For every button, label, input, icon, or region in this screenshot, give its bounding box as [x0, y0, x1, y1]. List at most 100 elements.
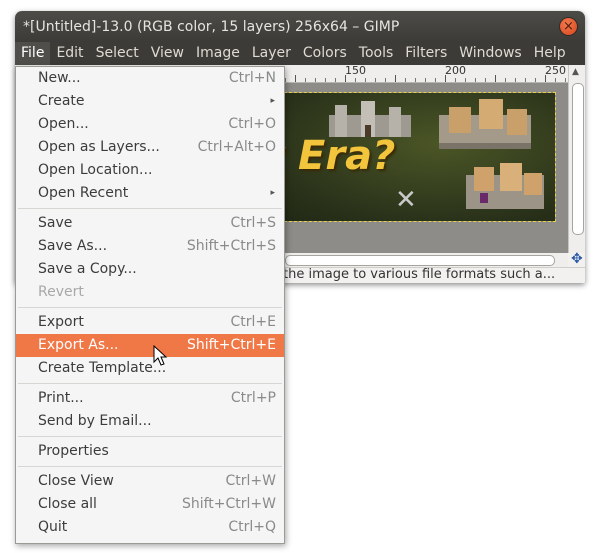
ruler-tick: [385, 78, 386, 82]
ruler-tick: [555, 78, 556, 82]
navigate-icon[interactable]: ✥: [571, 251, 583, 267]
ruler-tick: [375, 78, 376, 82]
ruler-tick: [495, 75, 496, 82]
ruler-tick: [405, 78, 406, 82]
ruler-tick: [515, 78, 516, 82]
menu-item-label: Open Recent: [38, 185, 129, 201]
menu-item-label: Revert: [38, 284, 84, 300]
menu-filters[interactable]: Filters: [399, 42, 453, 65]
menu-windows[interactable]: Windows: [453, 42, 528, 65]
menu-item-create[interactable]: Create ▸: [16, 90, 284, 113]
menu-item-label: Open as Layers...: [38, 139, 160, 155]
menu-separator: [16, 205, 284, 212]
menu-item-label: Save a Copy...: [38, 261, 137, 277]
ruler-tick: [415, 78, 416, 82]
submenu-arrow-icon: ▸: [270, 96, 275, 106]
menu-item-label: New...: [38, 70, 81, 86]
menu-help[interactable]: Help: [528, 42, 572, 65]
ruler-tick: [465, 78, 466, 82]
ruler-tick: [475, 78, 476, 82]
menu-item-properties[interactable]: Properties: [16, 440, 284, 463]
submenu-arrow-icon: ▸: [270, 188, 275, 198]
menu-item-label: Save: [38, 215, 73, 231]
menu-item-send-by-email[interactable]: Send by Email...: [16, 410, 284, 433]
horizontal-scroll-thumb[interactable]: [285, 255, 555, 266]
ruler-tick: [485, 78, 486, 82]
menu-item-save[interactable]: Save Ctrl+S: [16, 212, 284, 235]
menu-edit[interactable]: Edit: [50, 42, 89, 65]
menu-image[interactable]: Image: [190, 42, 246, 65]
menu-item-label: Close View: [38, 473, 114, 489]
ruler-tick: [295, 75, 296, 82]
menu-item-label: Open Location...: [38, 162, 153, 178]
ruler-label-250: 250: [545, 64, 566, 77]
menu-item-shortcut: Ctrl+P: [230, 390, 276, 406]
menu-item-label: Export As...: [38, 337, 119, 353]
menu-item-shortcut: Ctrl+N: [228, 70, 276, 86]
menu-view[interactable]: View: [145, 42, 190, 65]
menu-item-open[interactable]: Open... Ctrl+O: [16, 113, 284, 136]
ruler-tick: [365, 78, 366, 82]
menu-item-create-template[interactable]: Create Template...: [16, 357, 284, 380]
fortress-icon: [439, 99, 531, 149]
ruler-tick: [445, 75, 446, 82]
close-window-button[interactable]: ×: [560, 18, 577, 35]
menu-item-label: Export: [38, 314, 84, 330]
menu-item-label: Create Template...: [38, 360, 167, 376]
menu-item-open-as-layers[interactable]: Open as Layers... Ctrl+Alt+O: [16, 136, 284, 159]
menu-item-close-all[interactable]: Close all Shift+Ctrl+W: [16, 493, 284, 516]
crossed-swords-icon: ✕: [395, 185, 417, 215]
menu-item-shortcut: Ctrl+W: [225, 473, 276, 489]
image-canvas[interactable]: t Era? ✕: [264, 92, 556, 222]
menu-item-save-as[interactable]: Save As... Shift+Ctrl+S: [16, 235, 284, 258]
menu-item-close-view[interactable]: Close View Ctrl+W: [16, 470, 284, 493]
menu-item-shortcut: Shift+Ctrl+W: [181, 496, 276, 512]
menu-item-open-location[interactable]: Open Location...: [16, 159, 284, 182]
menu-file[interactable]: File: [15, 42, 51, 65]
menu-separator: [16, 304, 284, 311]
menu-item-label: Save As...: [38, 238, 108, 254]
mouse-cursor-icon: [153, 345, 168, 366]
window-title: *[Untitled]-13.0 (RGB color, 15 layers) …: [23, 18, 400, 35]
ruler-tick: [285, 78, 286, 82]
vertical-scroll-thumb[interactable]: [572, 83, 584, 235]
menu-item-open-recent[interactable]: Open Recent ▸: [16, 182, 284, 205]
menu-select[interactable]: Select: [90, 42, 145, 65]
menu-separator: [16, 433, 284, 440]
menu-item-print[interactable]: Print... Ctrl+P: [16, 387, 284, 410]
ruler-tick: [565, 78, 566, 82]
ruler-label-150: 150: [345, 64, 366, 77]
castle-icon: [329, 101, 411, 137]
ruler-tick: [305, 78, 306, 82]
menu-item-export[interactable]: Export Ctrl+E: [16, 311, 284, 334]
ruler-tick: [315, 78, 316, 82]
menu-item-shortcut: Ctrl+Alt+O: [197, 139, 276, 155]
menu-item-label: Print...: [38, 390, 84, 406]
ruler-tick: [505, 78, 506, 82]
menu-item-revert: Revert: [16, 281, 284, 304]
menu-separator: [16, 463, 284, 470]
menu-item-label: Quit: [38, 519, 68, 535]
menu-colors[interactable]: Colors: [297, 42, 353, 65]
menu-item-shortcut: Shift+Ctrl+E: [186, 337, 276, 353]
ruler-tick: [425, 78, 426, 82]
ruler-tick: [395, 75, 396, 82]
ruler-tick: [525, 78, 526, 82]
menu-item-quit[interactable]: Quit Ctrl+Q: [16, 516, 284, 539]
menu-item-export-as[interactable]: Export As... Shift+Ctrl+E: [16, 334, 284, 357]
ruler-tick: [335, 78, 336, 82]
menu-item-shortcut: Shift+Ctrl+S: [186, 238, 276, 254]
vertical-scrollbar[interactable]: ▲: [568, 65, 585, 253]
menu-item-shortcut: Ctrl+Q: [228, 519, 276, 535]
menu-item-label: Close all: [38, 496, 97, 512]
ruler-tick: [435, 78, 436, 82]
menu-tools[interactable]: Tools: [353, 42, 400, 65]
menu-separator: [16, 380, 284, 387]
ruler-tick: [455, 78, 456, 82]
menu-item-shortcut: Ctrl+O: [228, 116, 276, 132]
menu-item-save-a-copy[interactable]: Save a Copy...: [16, 258, 284, 281]
menu-item-new[interactable]: New... Ctrl+N: [16, 67, 284, 90]
scroll-up-icon[interactable]: ▲: [572, 67, 579, 77]
menu-layer[interactable]: Layer: [246, 42, 297, 65]
title-bar[interactable]: *[Untitled]-13.0 (RGB color, 15 layers) …: [15, 11, 585, 42]
